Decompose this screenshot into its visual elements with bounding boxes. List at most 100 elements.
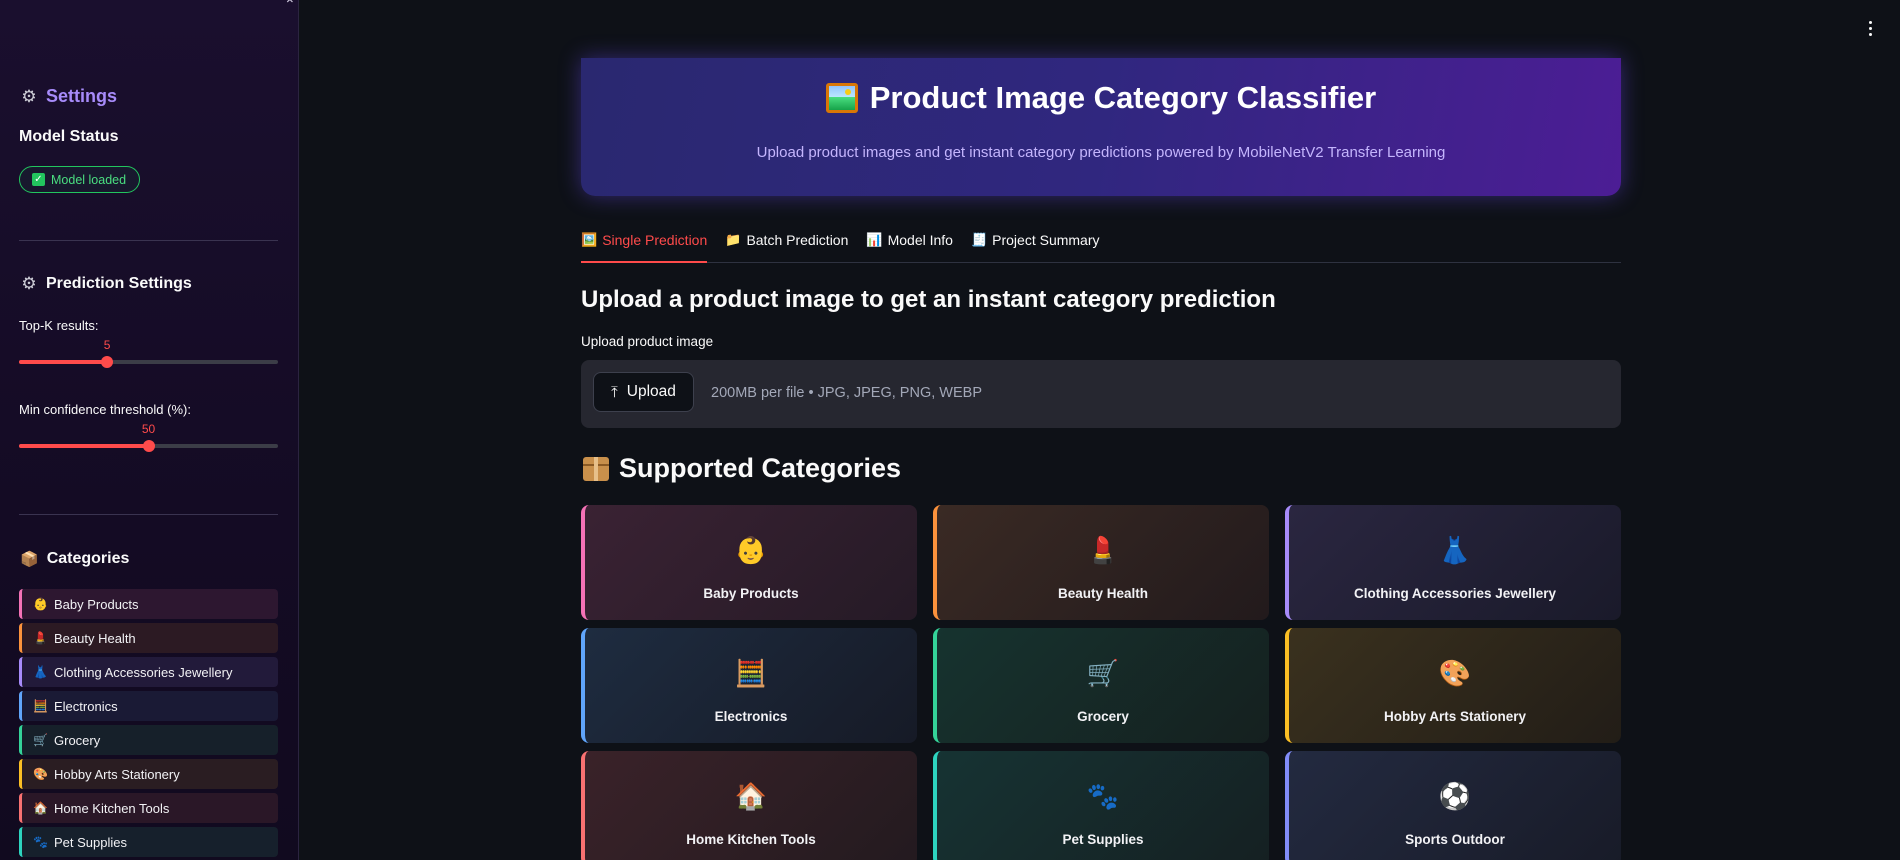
sidebar-category-item: 👶 Baby Products	[19, 589, 278, 619]
gear-icon: ⚙	[21, 274, 37, 293]
category-card-label: Electronics	[714, 709, 788, 724]
sidebar-category-item: 🛒 Grocery	[19, 725, 278, 755]
tab-model-info[interactable]: 📊 Model Info	[866, 226, 953, 263]
soccer-ball-icon: ⚽	[1438, 781, 1472, 811]
topk-slider[interactable]: 5	[19, 338, 278, 368]
categories-title: Categories	[46, 550, 130, 567]
receipt-icon: 🧾	[970, 232, 988, 247]
collapse-sidebar-icon[interactable]: ⌃	[284, 0, 296, 13]
calculator-icon: 🧮	[734, 658, 768, 688]
baby-icon: 👶	[33, 597, 48, 611]
confidence-value: 50	[141, 422, 156, 436]
sidebar-category-label: Grocery	[54, 732, 101, 748]
package-icon: 📦	[20, 551, 39, 568]
house-icon: 🏠	[33, 801, 48, 815]
category-card: 🛒 Grocery	[933, 628, 1269, 743]
framed-picture-icon	[825, 83, 858, 113]
file-uploader-dropzone[interactable]: ⤒ Upload 200MB per file • JPG, JPEG, PNG…	[581, 360, 1621, 428]
sidebar: ⌃ ⚙ Settings Model Status ✓ Model loaded…	[0, 0, 299, 860]
tab-label: Project Summary	[992, 232, 1100, 248]
sidebar-category-item: 💄 Beauty Health	[19, 623, 278, 653]
gear-icon: ⚙	[21, 86, 37, 106]
divider	[19, 240, 278, 241]
dress-icon: 👗	[1438, 535, 1472, 565]
folder-icon: 📁	[725, 232, 742, 247]
tab-bar: 🖼️ Single Prediction 📁 Batch Prediction 📊 Mod…	[581, 226, 1621, 263]
supported-categories-title: Supported Categories	[619, 453, 902, 483]
category-card: 🧮 Electronics	[581, 628, 917, 743]
category-card-label: Pet Supplies	[1062, 832, 1144, 847]
sidebar-category-item: 👗 Clothing Accessories Jewellery	[19, 657, 278, 687]
category-card-label: Beauty Health	[1057, 586, 1149, 601]
category-card: 💄 Beauty Health	[933, 505, 1269, 620]
section-title: Upload a product image to get an instant…	[581, 286, 1276, 313]
calculator-icon: 🧮	[33, 699, 48, 713]
main-menu-icon[interactable]	[1862, 18, 1878, 38]
upload-icon: ⤒	[611, 383, 618, 401]
page-title: Product Image Category Classifier	[581, 80, 1621, 116]
model-status-label: Model Status	[19, 128, 119, 145]
topk-slider-thumb[interactable]	[101, 356, 114, 368]
settings-title: Settings	[46, 86, 118, 106]
categories-heading: 📦 Categories	[20, 550, 129, 568]
slider-fill	[19, 360, 108, 364]
category-card-label: Hobby Arts Stationery	[1383, 709, 1527, 724]
sidebar-category-item: 🧮 Electronics	[19, 691, 278, 721]
palette-icon: 🎨	[1438, 658, 1472, 688]
sidebar-category-list: 👶 Baby Products 💄 Beauty Health 👗 Clothing Ac…	[19, 589, 278, 860]
bar-chart-icon: 📊	[866, 232, 883, 247]
category-card-label: Sports Outdoor	[1405, 832, 1505, 847]
cart-icon: 🛒	[33, 733, 48, 747]
tab-label: Single Prediction	[602, 232, 708, 248]
paws-icon: 🐾	[33, 835, 48, 849]
confidence-slider-thumb[interactable]	[142, 440, 155, 452]
model-badge-label: Model loaded	[51, 172, 127, 187]
sidebar-category-label: Baby Products	[54, 596, 139, 612]
lipstick-icon: 💄	[1086, 535, 1120, 565]
sidebar-category-label: Beauty Health	[54, 630, 136, 646]
palette-icon: 🎨	[33, 767, 48, 781]
category-card: 👗 Clothing Accessories Jewellery	[1285, 505, 1621, 620]
category-card-label: Baby Products	[703, 586, 799, 601]
category-card-label: Home Kitchen Tools	[686, 832, 816, 847]
confidence-slider[interactable]: 50	[19, 422, 278, 452]
house-icon: 🏠	[734, 781, 768, 811]
sidebar-category-item: 🏠 Home Kitchen Tools	[19, 793, 278, 823]
category-card-label: Clothing Accessories Jewellery	[1353, 586, 1557, 601]
upload-button-label: Upload	[626, 383, 676, 400]
lipstick-icon: 💄	[33, 631, 48, 645]
category-card: 👶 Baby Products	[581, 505, 917, 620]
tab-label: Batch Prediction	[746, 232, 849, 248]
category-card-grid: 👶 Baby Products 💄 Beauty Health 👗 Clothing Ac…	[581, 505, 1621, 860]
tab-single-prediction[interactable]: 🖼️ Single Prediction	[581, 226, 708, 263]
sidebar-category-label: Electronics	[54, 698, 118, 714]
upload-button[interactable]: ⤒ Upload	[593, 372, 694, 412]
prediction-settings-heading: ⚙ Prediction Settings	[20, 274, 192, 293]
tab-label: Model Info	[887, 232, 953, 248]
category-card: 🐾 Pet Supplies	[933, 751, 1269, 860]
app-root: ⌃ ⚙ Settings Model Status ✓ Model loaded…	[0, 0, 1900, 860]
package-icon	[583, 456, 609, 481]
settings-heading: ⚙ Settings	[20, 86, 117, 107]
topk-label: Top-K results:	[19, 318, 99, 333]
upload-label: Upload product image	[581, 334, 714, 349]
divider	[19, 514, 278, 515]
category-card: 🎨 Hobby Arts Stationery	[1285, 628, 1621, 743]
prediction-settings-title: Prediction Settings	[46, 275, 192, 292]
sidebar-category-item: 🐾 Pet Supplies	[19, 827, 278, 857]
hero-banner: Product Image Category Classifier Upload…	[581, 58, 1621, 196]
confidence-label: Min confidence threshold (%):	[19, 402, 191, 417]
dress-icon: 👗	[33, 665, 48, 679]
supported-categories-heading: Supported Categories	[583, 453, 901, 484]
baby-icon: 👶	[734, 535, 768, 565]
slider-fill	[19, 444, 149, 448]
cart-icon: 🛒	[1086, 658, 1120, 688]
tab-batch-prediction[interactable]: 📁 Batch Prediction	[725, 226, 848, 263]
sidebar-category-label: Home Kitchen Tools	[54, 800, 170, 816]
tab-project-summary[interactable]: 🧾 Project Summary	[971, 226, 1100, 263]
sidebar-category-label: Clothing Accessories Jewellery	[54, 664, 233, 680]
model-loaded-badge: ✓ Model loaded	[19, 166, 141, 193]
paws-icon: 🐾	[1086, 781, 1120, 811]
check-icon: ✓	[32, 173, 45, 186]
topk-value: 5	[103, 338, 111, 352]
